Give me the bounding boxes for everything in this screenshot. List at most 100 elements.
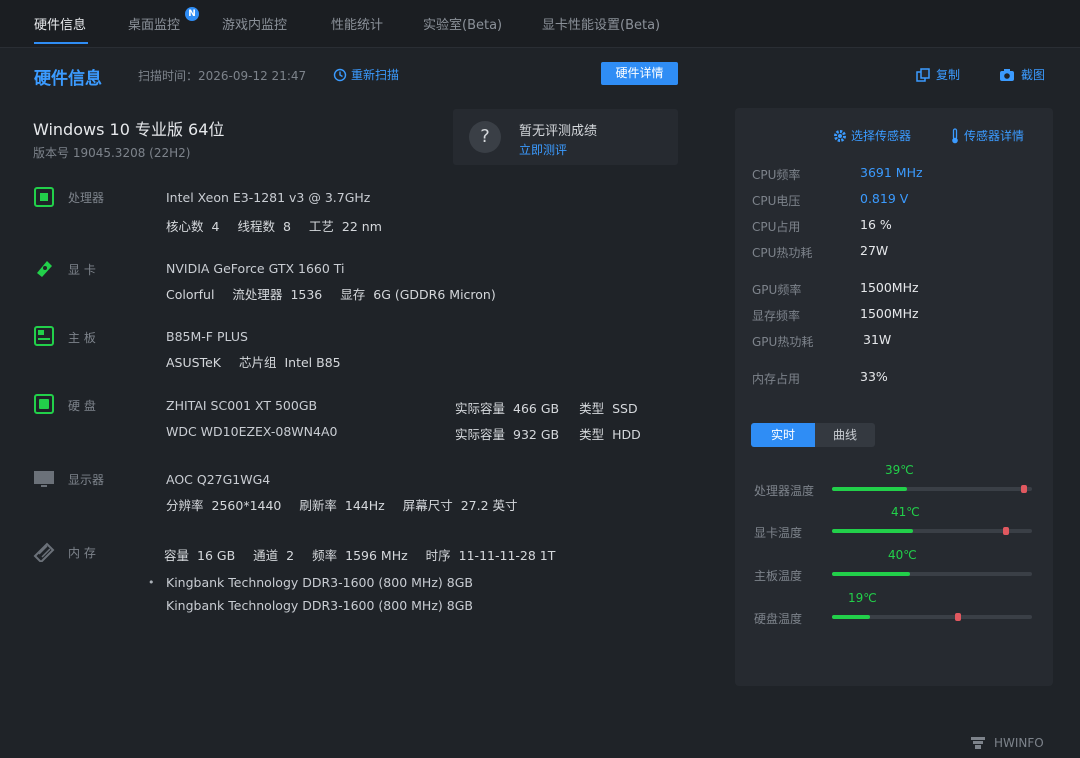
hardware-detail-button[interactable]: 硬件详情 bbox=[601, 62, 678, 85]
disk-1-model: ZHITAI SC001 XT 500GB bbox=[166, 398, 318, 413]
page-title: 硬件信息 bbox=[34, 69, 102, 89]
tab-desktop-monitor[interactable]: 桌面监控 bbox=[128, 14, 180, 33]
stat-value: 3691 MHz bbox=[860, 165, 923, 180]
gpu-vendor: Colorful bbox=[166, 287, 215, 302]
memory-bullet: • bbox=[148, 576, 155, 589]
motherboard-label: 主 板 bbox=[68, 331, 96, 345]
screenshot-label: 截图 bbox=[1021, 68, 1046, 82]
gpu-specs: Colorful 流处理器 1536 显存 6G (GDDR6 Micron) bbox=[166, 284, 510, 303]
cpu-cores-value: 4 bbox=[211, 219, 220, 234]
stat-value: 16 % bbox=[860, 217, 892, 232]
stat-label: CPU占用 bbox=[752, 220, 801, 234]
stat-label: GPU热功耗 bbox=[752, 335, 814, 349]
temp-bar bbox=[832, 613, 1032, 621]
os-build: 版本号 19045.3208 (22H2) bbox=[33, 146, 191, 160]
memory-channel-value: 2 bbox=[286, 548, 295, 563]
stat-value: 0.819 V bbox=[860, 191, 909, 206]
stat-label: CPU热功耗 bbox=[752, 246, 813, 260]
disk-2-cap-value: 932 GB bbox=[513, 427, 560, 442]
motherboard-vendor: ASUSTeK bbox=[166, 355, 221, 370]
stat-value: 27W bbox=[860, 243, 889, 258]
scan-time: 扫描时间：2026-09-12 21:47 bbox=[138, 69, 307, 83]
stat-label: GPU频率 bbox=[752, 283, 802, 297]
copy-label: 复制 bbox=[936, 68, 961, 82]
cpu-threads-value: 8 bbox=[282, 219, 291, 234]
motherboard-model: B85M-F PLUS bbox=[166, 329, 248, 344]
tab-ingame-monitor[interactable]: 游戏内监控 bbox=[222, 14, 287, 33]
view-toggle: 实时 曲线 bbox=[751, 423, 875, 447]
disk-2-specs: 实际容量 932 GB 类型 HDD bbox=[455, 424, 649, 443]
temp-bar bbox=[832, 572, 1032, 576]
os-name: Windows 10 专业版 64位 bbox=[33, 120, 225, 139]
temp-value: 39℃ bbox=[885, 463, 914, 477]
copy-icon bbox=[916, 67, 930, 82]
cpu-cores-key: 核心数 bbox=[166, 219, 204, 234]
sensor-detail-button[interactable]: 传感器详情 bbox=[950, 127, 1024, 144]
motherboard-specs: ASUSTeK 芯片组 Intel B85 bbox=[166, 352, 355, 371]
cpu-icon bbox=[34, 187, 54, 207]
disk-icon bbox=[34, 394, 54, 414]
memory-stick-2: Kingbank Technology DDR3-1600 (800 MHz) … bbox=[166, 598, 473, 613]
temp-max-marker bbox=[1003, 527, 1009, 535]
active-tab-indicator bbox=[34, 42, 88, 44]
temp-bar bbox=[832, 485, 1032, 493]
temp-label: 处理器温度 bbox=[754, 484, 815, 498]
stat-label: CPU频率 bbox=[752, 168, 801, 182]
monitor-specs: 分辨率 2560*1440 刷新率 144Hz 屏幕尺寸 27.2 英寸 bbox=[166, 495, 532, 514]
monitor-res-value: 2560*1440 bbox=[211, 498, 282, 513]
gpu-label: 显 卡 bbox=[68, 263, 96, 277]
stat-label: 内存占用 bbox=[752, 372, 801, 386]
disk-2-type-key: 类型 bbox=[579, 427, 605, 442]
tab-hardware-info[interactable]: 硬件信息 bbox=[34, 14, 86, 33]
monitor-size-key: 屏幕尺寸 bbox=[402, 498, 453, 513]
gpu-shaders-key: 流处理器 bbox=[232, 287, 283, 302]
disk-1-type-value: SSD bbox=[612, 401, 638, 416]
memory-icon bbox=[33, 542, 55, 562]
thermometer-icon bbox=[952, 127, 958, 143]
temp-value: 41℃ bbox=[891, 505, 920, 519]
memory-freq-value: 1596 MHz bbox=[345, 548, 408, 563]
tab-lab[interactable]: 实验室(Beta) bbox=[423, 14, 502, 33]
stat-label: CPU电压 bbox=[752, 194, 801, 208]
memory-specs: 容量 16 GB 通道 2 频率 1596 MHz 时序 11-11-11-28 1T bbox=[164, 545, 569, 564]
tab-performance-stats[interactable]: 性能统计 bbox=[331, 14, 383, 33]
tab-bar: 硬件信息 桌面监控 N 游戏内监控 性能统计 实验室(Beta) 显卡性能设置(… bbox=[0, 0, 1080, 48]
temp-bar bbox=[832, 527, 1032, 535]
temp-bar-fill bbox=[832, 487, 907, 491]
disk-label: 硬 盘 bbox=[68, 399, 96, 413]
gpu-model: NVIDIA GeForce GTX 1660 Ti bbox=[166, 261, 345, 276]
stat-value: 1500MHz bbox=[860, 280, 919, 295]
copy-button[interactable]: 复制 bbox=[916, 66, 960, 83]
cpu-process-value: 22 nm bbox=[341, 219, 382, 234]
cpu-threads-key: 线程数 bbox=[237, 219, 275, 234]
hwinfo-link[interactable]: HWINFO bbox=[970, 736, 1044, 750]
sensor-detail-label: 传感器详情 bbox=[964, 129, 1025, 143]
memory-cap-key: 容量 bbox=[164, 548, 190, 563]
temp-value: 19℃ bbox=[848, 591, 877, 605]
cpu-process-key: 工艺 bbox=[308, 219, 334, 234]
benchmark-now-link[interactable]: 立即测评 bbox=[519, 141, 567, 158]
memory-stick-1: Kingbank Technology DDR3-1600 (800 MHz) … bbox=[166, 575, 473, 590]
new-badge: N bbox=[185, 7, 199, 21]
benchmark-card: ? 暂无评测成绩 立即测评 bbox=[453, 109, 678, 165]
stat-value: 31W bbox=[863, 332, 892, 347]
memory-channel-key: 通道 bbox=[253, 548, 279, 563]
stat-value: 33% bbox=[860, 369, 888, 384]
temp-max-marker bbox=[955, 613, 961, 621]
realtime-tab[interactable]: 实时 bbox=[751, 423, 815, 447]
temp-label: 主板温度 bbox=[754, 569, 803, 583]
disk-2-cap-key: 实际容量 bbox=[455, 427, 506, 442]
rescan-button[interactable]: 重新扫描 bbox=[333, 66, 399, 83]
select-sensor-button[interactable]: 选择传感器 bbox=[833, 127, 911, 144]
hwinfo-icon bbox=[971, 737, 985, 749]
question-icon: ? bbox=[469, 121, 501, 153]
screenshot-button[interactable]: 截图 bbox=[999, 66, 1045, 83]
monitor-refresh-value: 144Hz bbox=[344, 498, 385, 513]
curve-tab[interactable]: 曲线 bbox=[815, 423, 875, 447]
tab-gpu-settings[interactable]: 显卡性能设置(Beta) bbox=[542, 14, 660, 33]
cpu-model: Intel Xeon E3-1281 v3 @ 3.7GHz bbox=[166, 190, 371, 205]
motherboard-icon bbox=[34, 326, 54, 346]
select-sensor-label: 选择传感器 bbox=[851, 129, 912, 143]
monitor-label: 显示器 bbox=[68, 473, 105, 487]
gpu-vram-key: 显存 bbox=[340, 287, 366, 302]
